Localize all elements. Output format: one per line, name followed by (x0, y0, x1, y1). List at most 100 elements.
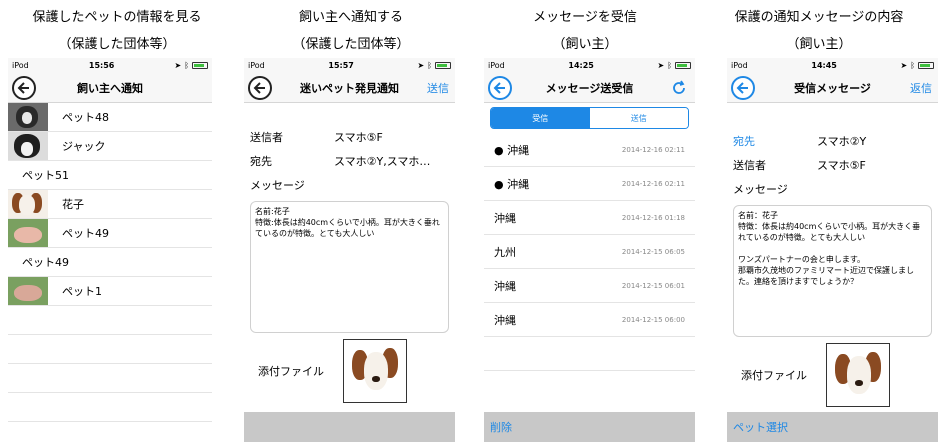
recipient-value: スマホ②Y,スマホ… (334, 155, 431, 168)
attachment-row: 添付ファイル (733, 343, 932, 407)
list-item[interactable]: ペット51 (8, 161, 212, 190)
caption-notify-owner: 飼い主へ通知する （保護した団体等） (234, 4, 468, 58)
list-item[interactable]: ペット49 (8, 248, 212, 277)
pet-list: ペット48 ジャック ペット51 花子 ペット49 ペット49 ペット1 (8, 103, 212, 422)
message-date: 2014-12-15 06:01 (621, 281, 685, 290)
message-place-text: 沖縄 (507, 143, 530, 157)
message-date: 2014-12-16 02:11 (621, 179, 685, 188)
page-title: 迷いペット発見通知 (300, 81, 399, 95)
nav-bar: 受信メッセージ 返信 (727, 73, 938, 103)
pet-thumbnail (8, 277, 48, 305)
list-item[interactable]: ジャック (8, 132, 212, 161)
message-row[interactable]: 沖縄 2014-12-16 01:18 (484, 201, 695, 235)
sender-row: 送信者 スマホ⑤F (733, 153, 932, 177)
sender-label: 送信者 (250, 131, 283, 144)
list-item[interactable]: ペット1 (8, 277, 212, 306)
battery-icon (918, 62, 934, 69)
message-row[interactable]: 九州 2014-12-15 06:05 (484, 235, 695, 269)
pet-thumbnail (8, 103, 48, 131)
recipient-row[interactable]: 宛先 スマホ②Y,スマホ… (250, 149, 449, 173)
tab-sent[interactable]: 送信 (589, 108, 688, 128)
empty-row (484, 337, 695, 371)
delete-button[interactable]: 削除 (490, 419, 512, 435)
status-bar: iPod 14:25 ➤ ᛒ (484, 58, 695, 73)
message-row[interactable]: ● 沖縄 2014-12-16 02:11 (484, 133, 695, 167)
attachment-label: 添付ファイル (741, 369, 807, 382)
bluetooth-icon: ᛒ (184, 61, 189, 70)
carrier-label: iPod (488, 61, 505, 70)
message-body: 名前：花子 特徴：体長は約40cmくらいで小柄。耳が大きく垂れているのが特徴。と… (733, 205, 932, 337)
bottom-toolbar: 削除 (484, 412, 695, 442)
back-arrow-icon[interactable] (731, 76, 755, 100)
clock: 15:57 (328, 61, 354, 70)
message-place-text: 沖縄 (494, 211, 516, 225)
nav-bar: 迷いペット発見通知 送信 (244, 73, 455, 103)
carrier-label: iPod (12, 61, 29, 70)
phone-screen-lost-pet-notice: iPod 15:57 ➤ ᛒ 迷いペット発見通知 送信 送信者 スマホ⑤F 宛先 … (244, 58, 455, 442)
message-date: 2014-12-16 01:18 (621, 213, 685, 222)
attachment-label: 添付ファイル (258, 365, 324, 378)
refresh-icon[interactable] (671, 80, 687, 96)
caption-line2: （保護した団体等） (58, 37, 176, 52)
reply-button[interactable]: 返信 (910, 80, 932, 96)
bottom-toolbar (244, 412, 455, 442)
phone-screen-received-message: iPod 14:45 ➤ ᛒ 受信メッセージ 返信 宛先 スマホ②Y 送信者 スマ… (727, 58, 938, 442)
message-row[interactable]: ● 沖縄 2014-12-16 02:11 (484, 167, 695, 201)
message-textarea[interactable]: 名前:花子 特徴:体長は約40cmくらいで小柄。耳が大きく垂れているのが特徴。と… (250, 201, 449, 333)
bluetooth-icon: ᛒ (910, 61, 915, 70)
message-date: 2014-12-15 06:00 (621, 315, 685, 324)
status-icons: ➤ ᛒ (900, 61, 934, 70)
status-bar: iPod 14:45 ➤ ᛒ (727, 58, 938, 73)
attachment-image[interactable] (343, 339, 407, 403)
carrier-label: iPod (731, 61, 748, 70)
page-title: 飼い主へ通知 (77, 81, 143, 95)
pet-thumbnail (8, 219, 48, 247)
message-place-text: 九州 (494, 245, 516, 259)
list-item[interactable]: ペット48 (8, 103, 212, 132)
back-arrow-icon[interactable] (12, 76, 36, 100)
recipient-row: 宛先 スマホ②Y (733, 129, 932, 153)
back-arrow-icon[interactable] (248, 76, 272, 100)
pet-name: ペット51 (22, 169, 69, 182)
caption-message-content: 保護の通知メッセージの内容 （飼い主） (702, 4, 936, 58)
pet-name: ペット49 (22, 256, 69, 269)
pet-name: ペット48 (62, 111, 109, 124)
caption-line2: （飼い主） (786, 37, 852, 52)
message-place-text: 沖縄 (507, 177, 530, 191)
recipient-value: スマホ②Y (817, 135, 867, 148)
message-row[interactable]: 沖縄 2014-12-15 06:00 (484, 303, 695, 337)
message-place-text: 沖縄 (494, 279, 516, 293)
caption-line2: （保護した団体等） (292, 37, 410, 52)
pet-thumbnail (8, 132, 48, 160)
attachment-image[interactable] (826, 343, 890, 407)
status-icons: ➤ ᛒ (657, 61, 691, 70)
battery-icon (675, 62, 691, 69)
message-row[interactable]: 沖縄 2014-12-15 06:01 (484, 269, 695, 303)
bluetooth-icon: ᛒ (667, 61, 672, 70)
pet-select-button[interactable]: ペット選択 (733, 419, 788, 435)
sender-label: 送信者 (733, 159, 766, 172)
tab-received[interactable]: 受信 (491, 108, 590, 128)
list-item[interactable]: ペット49 (8, 219, 212, 248)
status-bar: iPod 15:57 ➤ ᛒ (244, 58, 455, 73)
list-item[interactable]: 花子 (8, 190, 212, 219)
message-detail: 宛先 スマホ②Y 送信者 スマホ⑤F メッセージ 名前：花子 特徴：体長は約40… (727, 103, 938, 407)
message-label: メッセージ (250, 179, 305, 192)
location-icon: ➤ (417, 61, 425, 70)
caption-line1: 飼い主へ通知する (298, 10, 403, 25)
attachment-row: 添付ファイル (250, 339, 449, 403)
caption-view-pet-info: 保護したペットの情報を見る （保護した団体等） (0, 4, 234, 58)
message-label-row: メッセージ (733, 177, 932, 201)
back-arrow-icon[interactable] (488, 76, 512, 100)
empty-row (8, 393, 212, 422)
inbox-segmented-control: 受信 送信 (490, 107, 689, 129)
message-date: 2014-12-15 06:05 (621, 247, 685, 256)
notice-form: 送信者 スマホ⑤F 宛先 スマホ②Y,スマホ… メッセージ 名前:花子 特徴:体… (244, 103, 455, 403)
message-place: ● 沖縄 (494, 176, 529, 192)
empty-row (8, 306, 212, 335)
nav-bar: メッセージ送受信 (484, 73, 695, 103)
send-button[interactable]: 送信 (427, 80, 449, 96)
battery-icon (192, 62, 208, 69)
pet-name: ペット49 (62, 227, 109, 240)
bluetooth-icon: ᛒ (427, 61, 432, 70)
